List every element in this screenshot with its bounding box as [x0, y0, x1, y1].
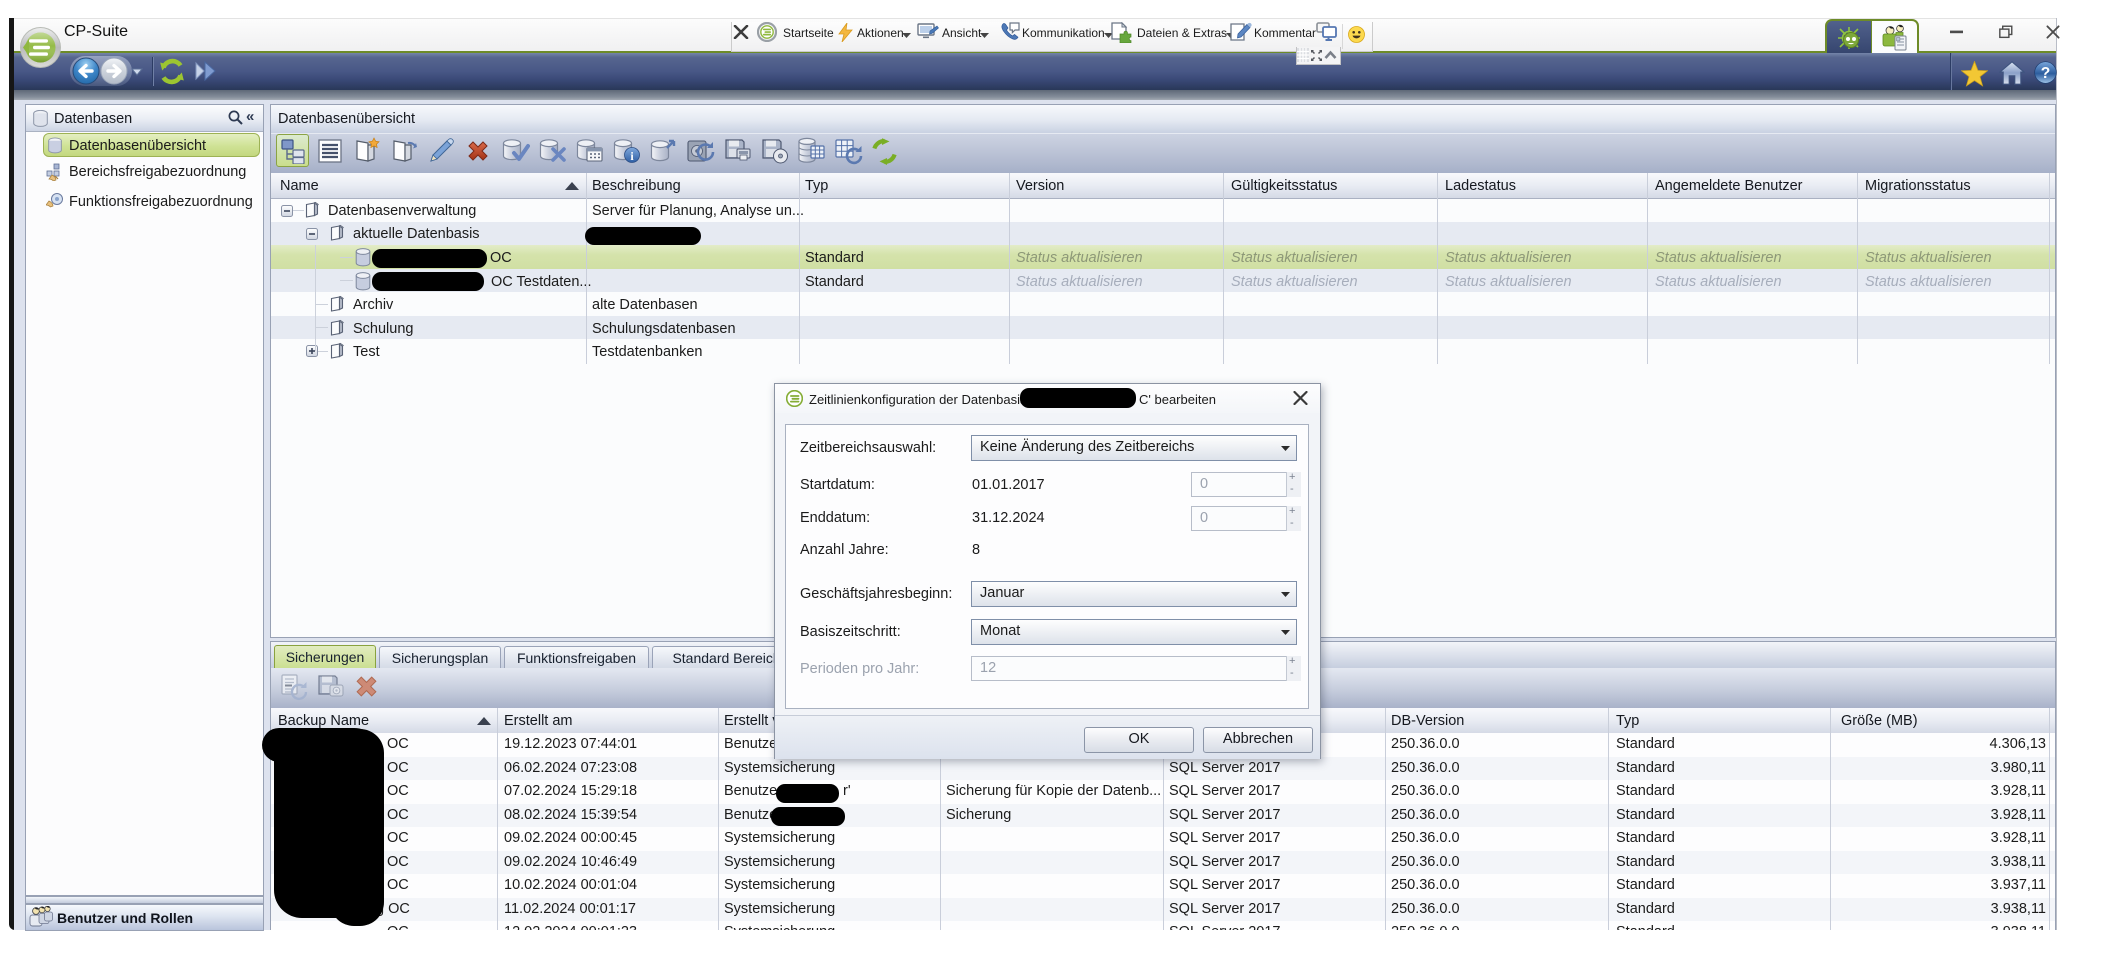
svg-text:?: ?	[2041, 65, 2051, 82]
